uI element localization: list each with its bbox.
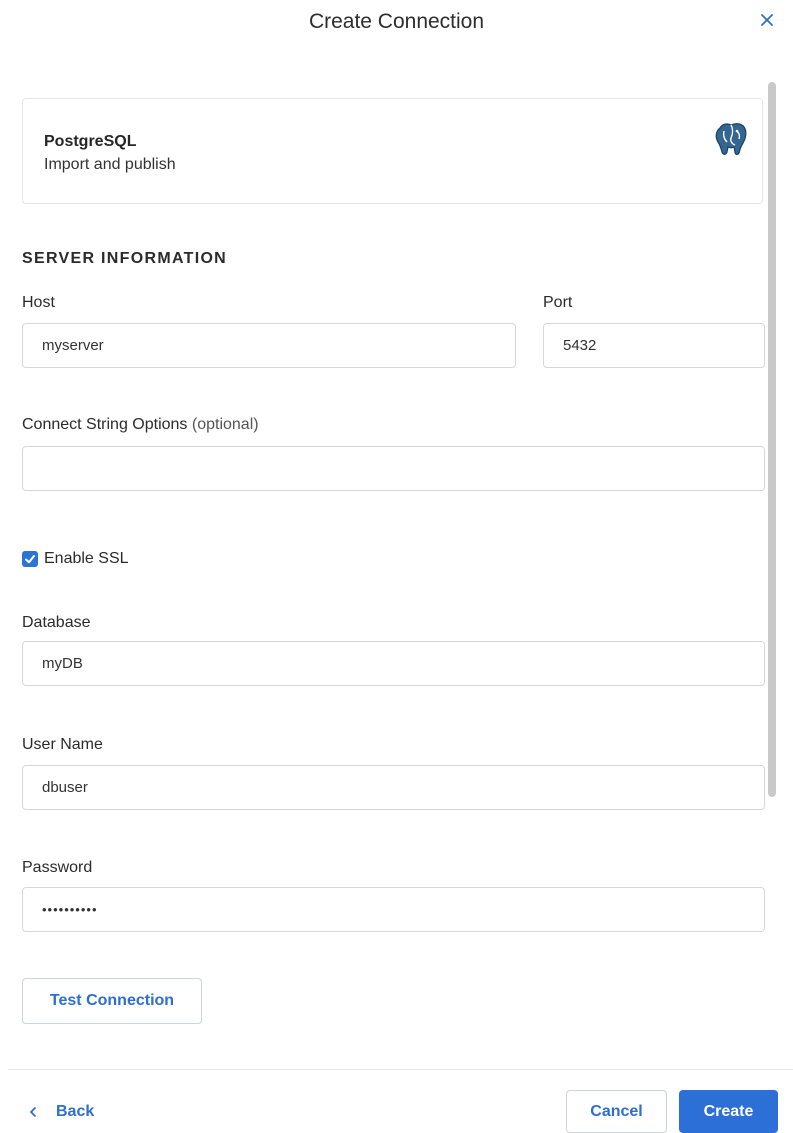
database-input[interactable] [22, 641, 765, 686]
enable-ssl-checkbox-row[interactable]: Enable SSL [22, 550, 129, 568]
password-input[interactable] [22, 887, 765, 932]
cancel-button[interactable]: Cancel [566, 1090, 667, 1133]
test-connection-button[interactable]: Test Connection [22, 978, 202, 1024]
back-button[interactable]: Back [28, 1100, 94, 1124]
checkmark-icon [25, 555, 35, 564]
back-label: Back [56, 1103, 95, 1120]
connect-string-label: Connect String Options (optional) [22, 416, 259, 434]
enable-ssl-label: Enable SSL [44, 550, 129, 567]
create-button[interactable]: Create [679, 1090, 778, 1133]
connector-name: PostgreSQL [44, 133, 137, 150]
host-input[interactable] [22, 323, 516, 368]
username-input[interactable] [22, 765, 765, 810]
create-connection-dialog: Create Connection PostgreSQL Import and … [0, 0, 793, 1133]
port-input[interactable] [543, 323, 765, 368]
dialog-title: Create Connection [308, 10, 485, 33]
close-icon [761, 14, 773, 26]
password-label: Password [22, 859, 93, 876]
host-label: Host [22, 294, 55, 311]
chevron-left-icon [30, 1107, 36, 1117]
close-button[interactable] [756, 9, 778, 31]
username-label: User Name [22, 736, 103, 753]
enable-ssl-checkbox[interactable] [22, 551, 38, 567]
section-heading-server-information: SERVER INFORMATION [22, 250, 228, 267]
connector-description: Import and publish [44, 156, 176, 173]
scrollbar[interactable] [768, 82, 776, 797]
connector-card: PostgreSQL Import and publish [22, 98, 763, 204]
connect-string-label-text: Connect String Options [22, 416, 188, 433]
postgresql-elephant-icon [715, 123, 747, 155]
connect-string-input[interactable] [22, 446, 765, 491]
footer-divider [8, 1069, 793, 1070]
optional-hint: (optional) [191, 416, 259, 433]
port-label: Port [543, 294, 573, 311]
database-label: Database [22, 614, 91, 631]
